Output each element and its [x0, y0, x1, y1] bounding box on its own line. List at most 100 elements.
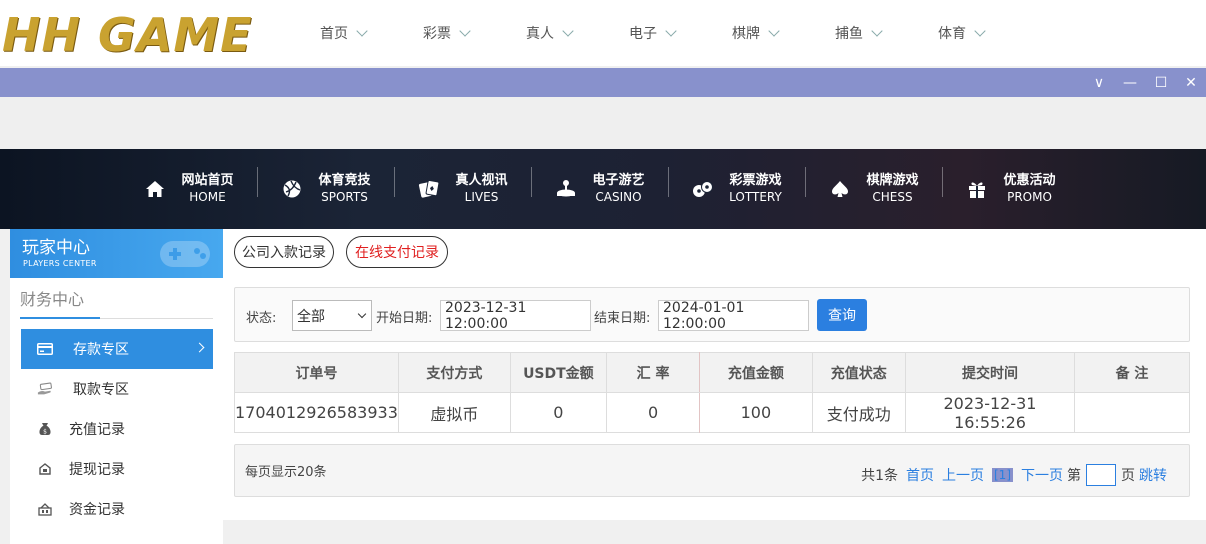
top-menu-home[interactable]: 首页	[300, 0, 403, 66]
game-nav-lottery[interactable]: 彩票游戏 LOTTERY	[668, 149, 805, 229]
game-nav-sublabel: CHESS	[872, 190, 913, 204]
chevron-down-icon	[357, 309, 367, 319]
chevron-down-icon	[768, 24, 780, 37]
top-menu-electronic[interactable]: 电子	[609, 0, 712, 66]
game-nav-label: 网站首页	[181, 173, 234, 188]
sidebar-item-withdraw-zone[interactable]: 取款专区	[21, 369, 213, 409]
search-button[interactable]: 查询	[817, 299, 867, 331]
next-page-link[interactable]: 下一页	[1021, 465, 1063, 485]
section-underline	[20, 317, 100, 319]
players-center-subtitle: PLAYERS CENTER	[23, 259, 97, 268]
page-prefix: 第	[1067, 468, 1081, 484]
prev-page-link[interactable]: 上一页	[942, 465, 984, 485]
chevron-down-icon	[871, 24, 883, 37]
status-select[interactable]: 全部	[292, 300, 372, 331]
table-row: 1704012926583933 虚拟币 0 0 100 支付成功 2023-1…	[234, 392, 1190, 433]
game-nav-lives[interactable]: 真人视讯 LIVES	[394, 149, 531, 229]
current-page: [1]	[992, 468, 1013, 482]
submit-time-cell: 2023-12-31 16:55:26	[904, 392, 1076, 433]
game-nav-home[interactable]: 网站首页 HOME	[120, 149, 257, 229]
jump-link[interactable]: 跳转	[1139, 465, 1167, 485]
game-nav-label: 电子游艺	[592, 173, 645, 188]
top-menu-label: 彩票	[423, 26, 451, 42]
table-header-row: 订单号 支付方式 USDT金额 汇 率 充值金额 充值状态 提交时间 备 注	[234, 352, 1190, 393]
sidebar-item-deposit[interactable]: 存款专区	[21, 329, 213, 369]
pagination-bar: 每页显示20条 共1条 首页 上一页 [1] 下一页 第 页 跳转	[234, 444, 1190, 497]
top-menu-label: 体育	[938, 26, 966, 42]
ball-icon	[280, 177, 304, 201]
top-menu-fishing[interactable]: 捕鱼	[815, 0, 918, 66]
sidebar-item-label: 提现记录	[69, 462, 125, 478]
game-nav-promo[interactable]: 优惠活动 PROMO	[942, 149, 1079, 229]
minimize-button[interactable]: —	[1115, 68, 1145, 97]
game-nav-sports[interactable]: 体育竞技 SPORTS	[257, 149, 394, 229]
game-nav-casino[interactable]: 电子游艺 CASINO	[531, 149, 668, 229]
order-number-cell: 1704012926583933	[234, 392, 399, 433]
records-table: 订单号 支付方式 USDT金额 汇 率 充值金额 充值状态 提交时间 备 注 1…	[234, 352, 1190, 433]
game-nav-sublabel: HOME	[189, 190, 226, 204]
collapse-button[interactable]: ∨	[1084, 68, 1114, 97]
game-nav-chess[interactable]: 棋牌游戏 CHESS	[805, 149, 942, 229]
payment-method-cell: 虚拟币	[397, 392, 511, 433]
column-header: USDT金额	[509, 352, 607, 393]
game-nav-sublabel: SPORTS	[321, 190, 368, 204]
sidebar-item-fund-records[interactable]: 资金记录	[21, 489, 213, 529]
top-menu-label: 捕鱼	[835, 26, 863, 42]
top-menu-live[interactable]: 真人	[506, 0, 609, 66]
column-header: 提交时间	[904, 352, 1076, 393]
maximize-button[interactable]: ☐	[1146, 68, 1176, 97]
finance-center-title: 财务中心	[20, 290, 85, 309]
recharge-status-cell: 支付成功	[811, 392, 906, 433]
per-page-text: 每页显示20条	[245, 465, 327, 480]
top-menu-lottery[interactable]: 彩票	[403, 0, 506, 66]
game-nav-sublabel: PROMO	[1007, 190, 1052, 204]
spacer-band	[0, 97, 1206, 149]
top-navbar: HH GAME 首页 彩票 真人 电子 棋牌 捕鱼 体育	[0, 0, 1206, 66]
column-header: 充值状态	[811, 352, 906, 393]
sidebar-item-label: 充值记录	[69, 422, 125, 438]
top-menu: 首页 彩票 真人 电子 棋牌 捕鱼 体育	[300, 0, 1021, 66]
exchange-rate-cell: 0	[605, 392, 701, 433]
close-button[interactable]: ✕	[1176, 68, 1206, 97]
top-menu-label: 棋牌	[732, 26, 760, 42]
site-logo[interactable]: HH GAME	[2, 6, 264, 64]
tab-online-payment-records[interactable]: 在线支付记录	[346, 236, 448, 268]
chevron-down-icon	[562, 24, 574, 37]
chevron-down-icon	[665, 24, 677, 37]
funds-icon	[37, 502, 53, 516]
gift-icon	[965, 177, 989, 201]
page-number-input[interactable]	[1086, 464, 1116, 486]
column-header: 支付方式	[397, 352, 511, 393]
sidebar-item-label: 取款专区	[73, 382, 129, 398]
column-header: 汇 率	[605, 352, 701, 393]
game-nav-label: 彩票游戏	[729, 173, 782, 188]
player-center-sidebar: 玩家中心 PLAYERS CENTER 财务中心 存款专区 取款专区 $ 充值记…	[10, 229, 223, 544]
tab-company-deposit-records[interactable]: 公司入款记录	[234, 236, 334, 268]
svg-text:$: $	[43, 429, 47, 436]
gamepad-icon	[160, 241, 210, 267]
chevron-right-icon	[194, 342, 205, 353]
top-menu-sports[interactable]: 体育	[918, 0, 1021, 66]
top-menu-label: 电子	[629, 26, 657, 42]
chevron-down-icon	[974, 24, 986, 37]
sidebar-item-label: 存款专区	[73, 342, 129, 358]
chevron-down-icon	[459, 24, 471, 37]
end-date-input[interactable]: 2024-01-01 12:00:00	[658, 300, 809, 332]
recharge-amount-cell: 100	[699, 392, 813, 433]
remark-cell	[1074, 392, 1190, 433]
money-bag-icon: $	[37, 422, 53, 436]
cards-icon	[417, 177, 441, 201]
game-nav-sublabel: CASINO	[595, 190, 642, 204]
game-nav: 网站首页 HOME 体育竞技 SPORTS 真人视讯 LIVES 电子游艺 CASINO…	[120, 149, 1079, 229]
status-label: 状态:	[246, 311, 277, 326]
joystick-icon	[554, 177, 578, 201]
sidebar-item-withdraw-records[interactable]: 提现记录	[21, 449, 213, 489]
top-menu-chess[interactable]: 棋牌	[712, 0, 815, 66]
game-nav-sublabel: LIVES	[464, 190, 499, 204]
filter-bar: 状态: 全部 开始日期: 2023-12-31 12:00:00 结束日期: 2…	[234, 287, 1190, 342]
first-page-link[interactable]: 首页	[906, 465, 934, 485]
start-date-input[interactable]: 2023-12-31 12:00:00	[440, 300, 591, 332]
players-center-header: 玩家中心 PLAYERS CENTER	[10, 229, 223, 278]
sidebar-item-recharge-records[interactable]: $ 充值记录	[21, 409, 213, 449]
logo-text: HH GAME	[2, 8, 253, 62]
